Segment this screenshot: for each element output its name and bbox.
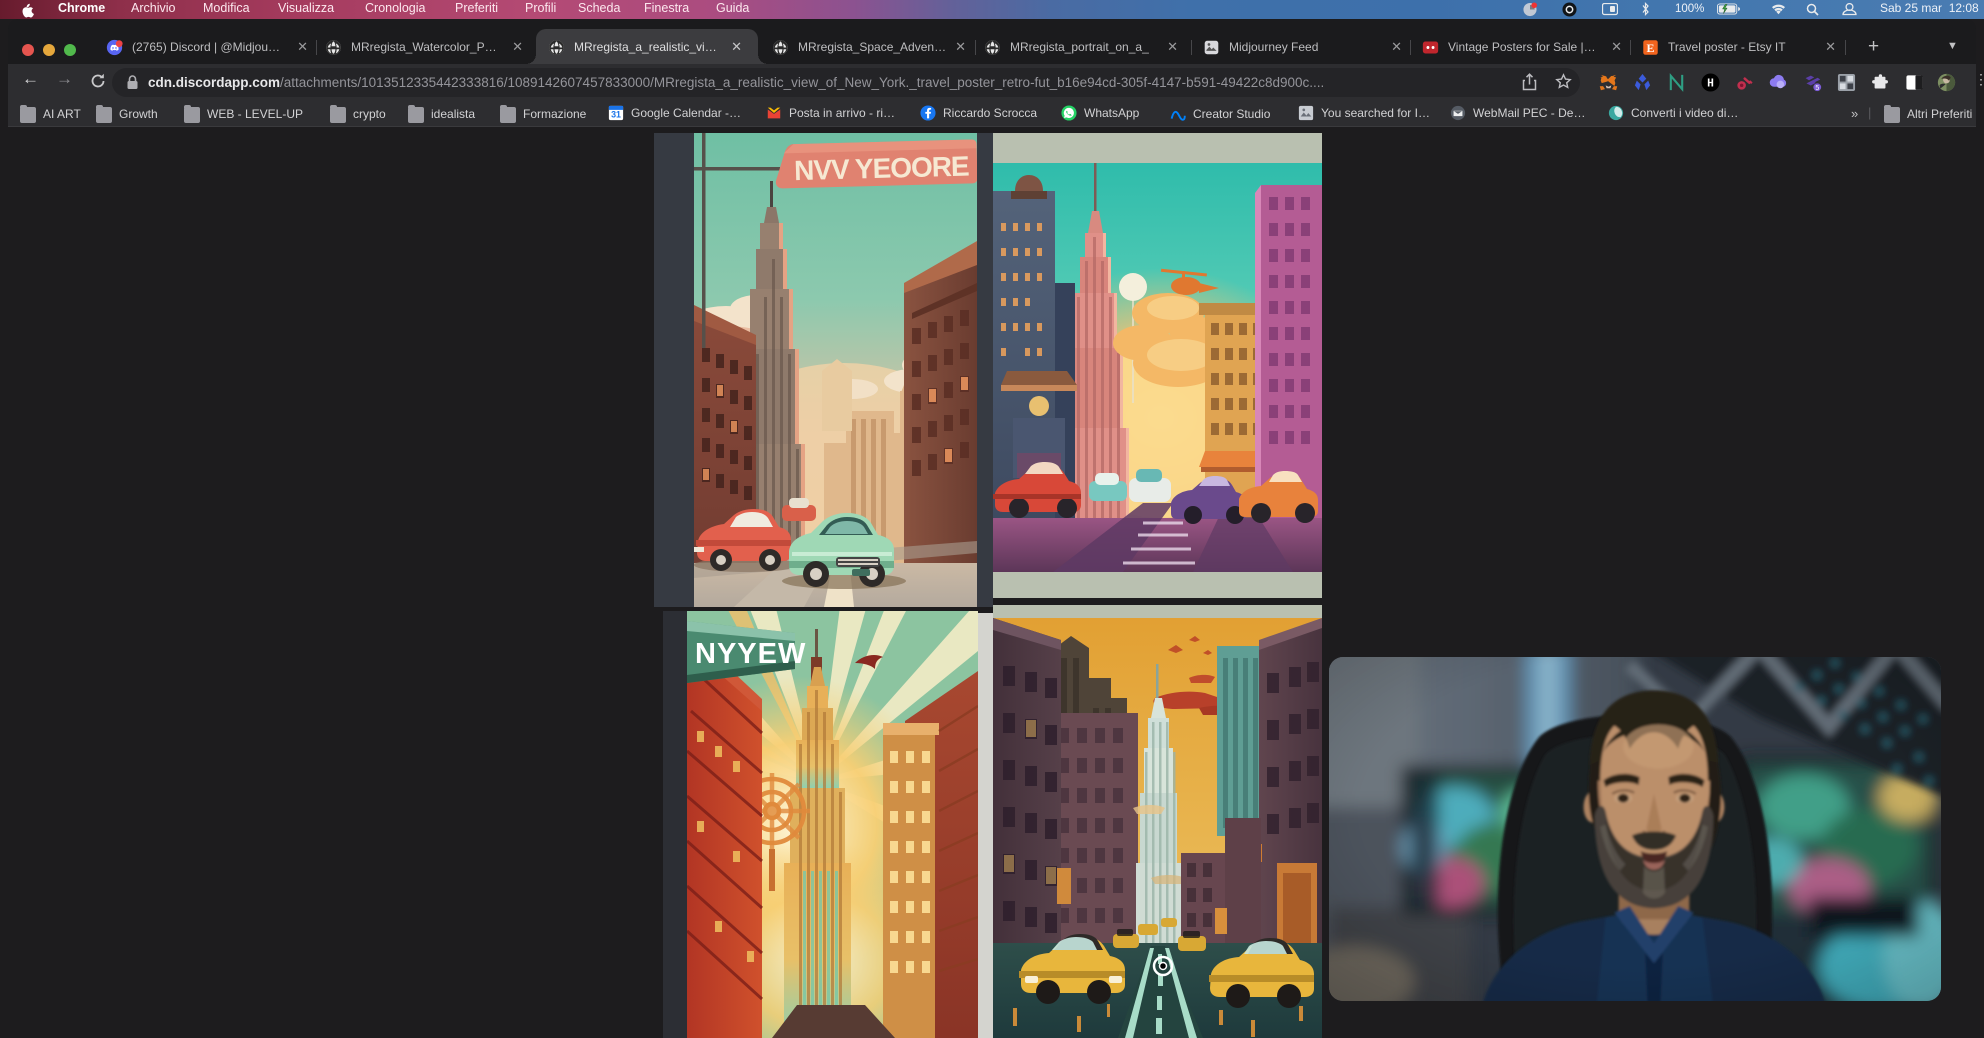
svg-text:NYYEW: NYYEW [695, 638, 806, 670]
svg-text:E: E [1647, 40, 1655, 54]
svg-text:5: 5 [1815, 85, 1819, 92]
svg-text:31: 31 [611, 109, 621, 119]
svg-text:NVV YEOORE: NVV YEOORE [794, 150, 971, 186]
